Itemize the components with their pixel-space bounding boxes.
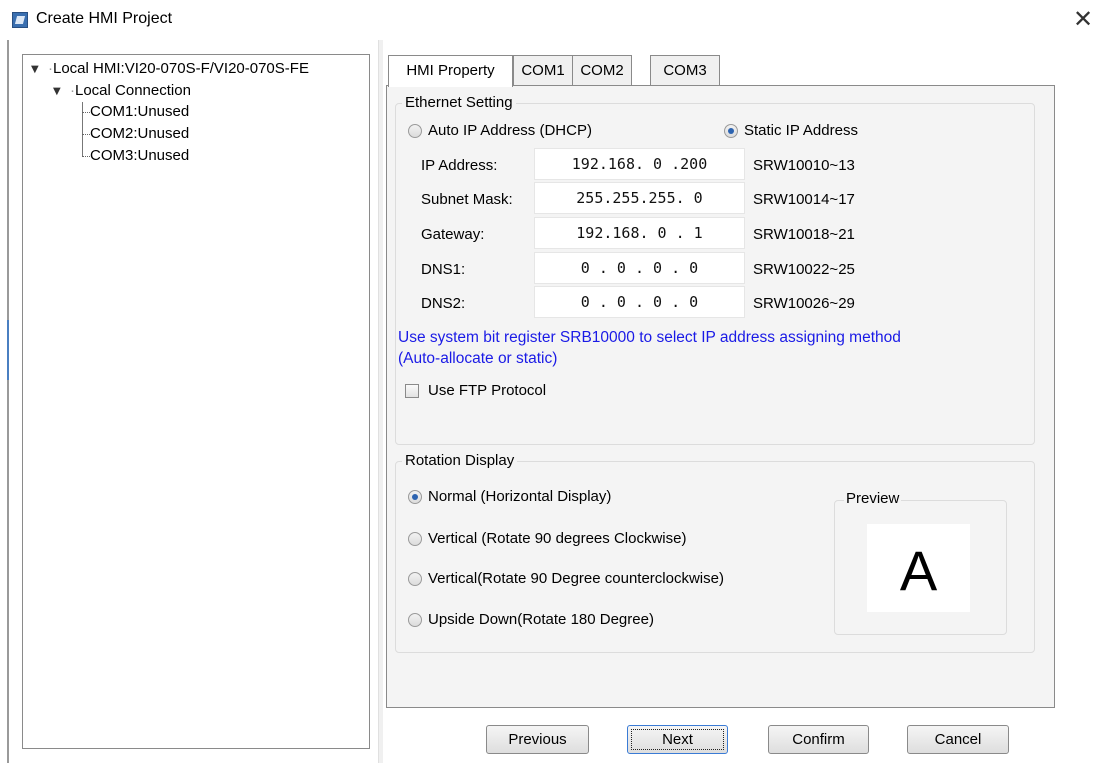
cancel-button[interactable]: Cancel — [907, 725, 1009, 754]
gateway-register: SRW10018~21 — [753, 226, 855, 243]
tree-connector — [82, 134, 90, 135]
tree-item-label: Local HMI:VI20-070S-F/VI20-070S-FE — [53, 60, 309, 77]
preview-label: Preview — [844, 490, 902, 507]
dns2-label: DNS2: — [421, 295, 466, 312]
tab-com1[interactable]: COM1 — [513, 55, 573, 85]
info-line: (Auto-allocate or static) — [398, 350, 558, 367]
project-tree[interactable]: ▼ · Local HMI:VI20-070S-F/VI20-070S-FE ▼… — [22, 54, 370, 749]
tree-item-com3[interactable]: COM3:Unused — [90, 145, 189, 167]
info-line: Use system bit register SRB10000 to sele… — [398, 329, 901, 346]
tab-com3[interactable]: COM3 — [650, 55, 720, 85]
checkbox-unchecked-icon — [405, 384, 419, 398]
app-icon — [12, 12, 28, 28]
preview-image: A — [867, 524, 970, 612]
dns1-field[interactable]: 0 . 0 . 0 . 0 — [534, 252, 745, 284]
focus-outline — [631, 729, 724, 750]
expand-toggle-icon[interactable]: ▼ — [31, 59, 39, 81]
expand-toggle-icon[interactable]: ▼ — [53, 81, 61, 103]
previous-button[interactable]: Previous — [486, 725, 589, 754]
radio-circle-icon — [408, 572, 422, 586]
tree-connector — [82, 112, 90, 113]
gateway-label: Gateway: — [421, 226, 485, 243]
close-button[interactable]: ✕ — [1069, 5, 1097, 33]
panel-splitter[interactable] — [378, 40, 383, 763]
ip-assign-info: Use system bit register SRB10000 to sele… — [398, 327, 1038, 369]
tab-hmi-property[interactable]: HMI Property — [388, 55, 513, 87]
ip-address-field[interactable]: 192.168. 0 .200 — [534, 148, 745, 180]
confirm-button[interactable]: Confirm — [768, 725, 869, 754]
tab-com2[interactable]: COM2 — [572, 55, 632, 85]
radio-circle-icon — [408, 124, 422, 138]
window-title: Create HMI Project — [36, 10, 173, 27]
radio-selected-icon — [724, 124, 738, 138]
radio-circle-icon — [408, 613, 422, 627]
ip-address-register: SRW10010~13 — [753, 157, 855, 174]
tree-connector — [82, 156, 90, 157]
radio-circle-icon — [408, 532, 422, 546]
ip-address-label: IP Address: — [421, 157, 498, 174]
radio-selected-icon — [408, 490, 422, 504]
tree-connector — [82, 102, 83, 156]
dns1-register: SRW10022~25 — [753, 261, 855, 278]
title-bar: Create HMI Project ✕ — [0, 0, 1105, 40]
dns2-field[interactable]: 0 . 0 . 0 . 0 — [534, 286, 745, 318]
tree-item-com2[interactable]: COM2:Unused — [90, 123, 189, 145]
subnet-mask-label: Subnet Mask: — [421, 191, 513, 208]
window-edge — [7, 40, 9, 763]
gateway-field[interactable]: 192.168. 0 . 1 — [534, 217, 745, 249]
dns2-register: SRW10026~29 — [753, 295, 855, 312]
dns1-label: DNS1: — [421, 261, 466, 278]
next-button[interactable]: Next — [627, 725, 728, 754]
subnet-mask-register: SRW10014~17 — [753, 191, 855, 208]
rotation-group-label: Rotation Display — [402, 452, 518, 469]
tree-item-com1[interactable]: COM1:Unused — [90, 101, 189, 123]
tree-item-label: Local Connection — [75, 82, 191, 99]
window-edge-highlight — [7, 320, 9, 380]
subnet-mask-field[interactable]: 255.255.255. 0 — [534, 182, 745, 214]
ethernet-group-label: Ethernet Setting — [402, 94, 516, 111]
